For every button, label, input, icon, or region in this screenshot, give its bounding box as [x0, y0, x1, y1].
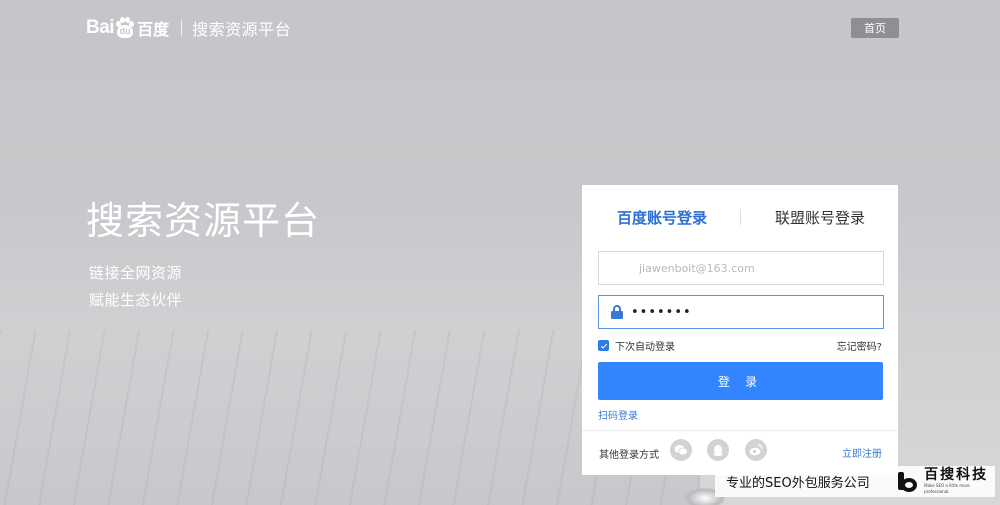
remember-label: 下次自动登录	[615, 342, 675, 353]
watermark-brand: 百搜科技 Make SEO a little more professional…	[924, 468, 995, 495]
tab-union-account[interactable]: 联盟账号登录	[775, 207, 865, 228]
qr-login-link[interactable]: 扫码登录	[598, 407, 638, 422]
wechat-icon[interactable]	[670, 439, 692, 461]
login-tabs: 百度账号登录 联盟账号登录	[582, 185, 898, 249]
tab-divider	[740, 209, 741, 225]
logo-divider	[181, 20, 183, 36]
weibo-icon[interactable]	[745, 439, 767, 461]
watermark-text: 专业的SEO外包服务公司	[726, 476, 870, 491]
username-input[interactable]	[639, 253, 879, 283]
watermark-slogan: Make SEO a little more professional.	[924, 483, 970, 494]
password-input[interactable]	[631, 297, 871, 327]
password-field[interactable]	[598, 295, 884, 329]
forgot-password-link[interactable]: 忘记密码?	[837, 338, 882, 353]
platform-name: 搜索资源平台	[192, 20, 292, 39]
other-login-label: 其他登录方式	[599, 450, 659, 461]
remember-checkbox[interactable]	[598, 340, 609, 351]
baidu-logo[interactable]: Bai du 百度 搜索资源平台	[86, 12, 291, 44]
username-field[interactable]	[598, 251, 884, 285]
logo-cn-text: 百度	[137, 20, 170, 39]
register-link[interactable]: 立即注册	[842, 445, 882, 460]
lock-icon	[611, 305, 623, 319]
qq-icon[interactable]	[707, 439, 729, 461]
home-button[interactable]: 首页	[851, 18, 899, 38]
login-button[interactable]: 登 录	[598, 362, 883, 400]
logo-text: Bai	[86, 17, 115, 38]
remember-me[interactable]: 下次自动登录	[598, 338, 675, 353]
watermark-brand-name: 百搜科技	[924, 467, 989, 483]
seo-watermark: 专业的SEO外包服务公司 百搜科技 Make SEO a little more…	[715, 466, 995, 497]
login-card: 百度账号登录 联盟账号登录 下次自动登录 忘记密码? 登 录 扫码登录 其他登录…	[582, 185, 898, 475]
paw-icon: du	[115, 17, 135, 38]
hero-tagline-2: 赋能生态伙伴	[89, 291, 183, 309]
hero-tagline-1: 链接全网资源	[89, 264, 183, 282]
hero-title: 搜索资源平台	[86, 199, 321, 243]
tab-baidu-account[interactable]: 百度账号登录	[617, 207, 707, 228]
baisou-logo-icon	[897, 471, 919, 493]
